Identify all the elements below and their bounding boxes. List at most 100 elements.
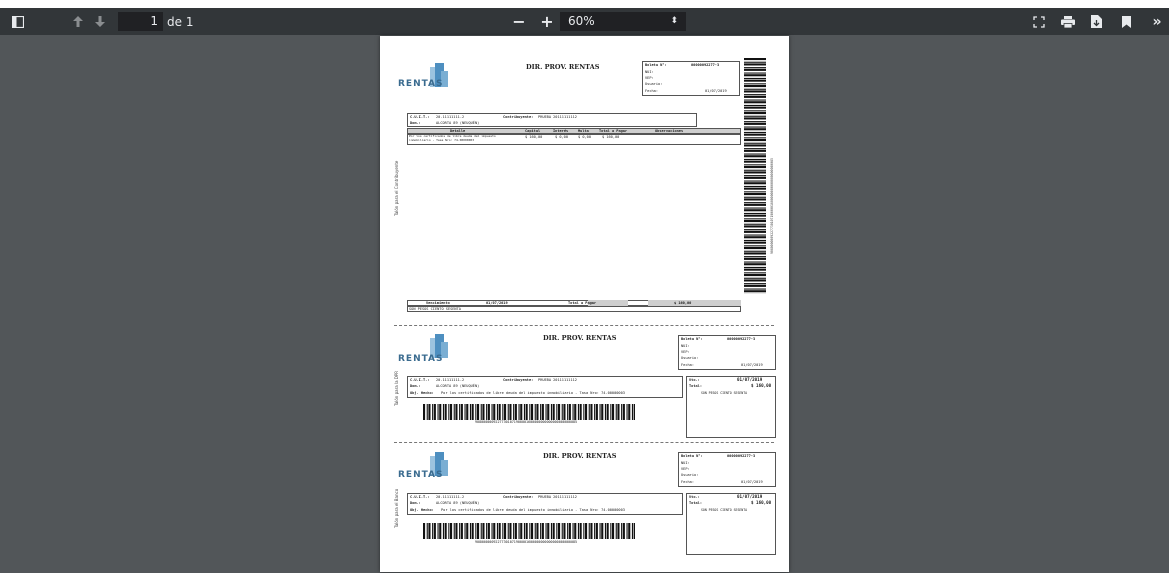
obj-label: Obj. Hecho: — [410, 391, 434, 395]
venc-value: 01/07/2019 — [486, 301, 508, 305]
col-interes: Interés — [553, 129, 569, 133]
arrow-up-icon[interactable] — [70, 8, 86, 35]
boleta-box: Boleta N°: 00000092277-3 NUI: VEP: Usuar… — [678, 335, 776, 370]
barcode — [423, 404, 635, 420]
contrib-label: Contribuyente: — [503, 495, 534, 499]
contrib-value: PRUEBA 20111111112 — [538, 378, 577, 382]
zoom-value: 60% — [568, 14, 595, 28]
obj-value: Por los certificados de libre deuda del … — [441, 391, 625, 395]
bookmark-icon[interactable] — [1118, 8, 1134, 35]
fit-page-icon[interactable] — [1030, 8, 1048, 35]
venc-label: Vencimiento — [426, 301, 450, 305]
cuit-label: C.U.I.T.: — [410, 378, 430, 382]
print-icon[interactable] — [1059, 8, 1077, 35]
talon-contribuyente-label: Talón para el Contribuyente — [394, 160, 399, 216]
obj-label: Obj. Hecho: — [410, 508, 434, 512]
vto-label: Vto.: — [689, 378, 700, 382]
fecha-label: Fecha: — [681, 480, 694, 484]
select-arrows-icon: ⬍ — [670, 16, 678, 26]
row-capital: $ 160,00 — [525, 135, 543, 139]
fecha-label: Fecha: — [681, 363, 694, 367]
row-interes: $ 0,00 — [555, 135, 568, 139]
logo-text: RENTAS — [398, 79, 444, 89]
col-multa: Multa — [578, 129, 589, 133]
contrib-label: Contribuyente: — [503, 115, 534, 119]
vto-value: 01/07/2019 — [737, 494, 763, 499]
total-box: Vto.: 01/07/2019 Total: $ 160,00 SON PES… — [686, 493, 776, 555]
fecha-value: 01/07/2019 — [741, 363, 763, 367]
usuario-label: Usuario: — [681, 356, 699, 360]
zoom-out-button[interactable]: − — [510, 8, 528, 35]
total-box: Vto.: 01/07/2019 Total: $ 160,00 SON PES… — [686, 376, 776, 438]
dom-label: Dom.: — [410, 384, 421, 388]
boleta-number: 00000092277-3 — [727, 337, 756, 341]
vertical-barcode — [744, 58, 766, 294]
cuit-label: C.U.I.T.: — [410, 115, 430, 119]
col-capital: Capital — [525, 129, 541, 133]
fecha-value: 01/07/2019 — [705, 89, 727, 93]
vto-label: Vto.: — [689, 495, 700, 499]
nui-label: NUI: — [645, 70, 654, 74]
total-label: Total: — [689, 501, 702, 505]
logo-text: RENTAS — [398, 470, 444, 480]
contrib-value: PRUEBA 20111111112 — [538, 115, 577, 119]
fecha-label: Fecha: — [645, 89, 658, 93]
contribuyente-box: C.U.I.T.: 20-11111111-2 Contribuyente: P… — [407, 493, 683, 515]
pdf-toolbar: 1 de 1 − + 60% ⬍ » — [0, 8, 1169, 35]
obj-value: Por los certificados de libre deuda del … — [441, 508, 625, 512]
cuit-value: 20-11111111-2 — [436, 115, 465, 119]
cuit-value: 20-11111111-2 — [436, 378, 465, 382]
doc-header: DIR. PROV. RENTAS — [543, 334, 617, 342]
barcode-number: 9080000009227730107190000160000000000000… — [475, 420, 578, 424]
vep-label: VEP: — [681, 350, 690, 354]
dom-value: ALCORTA 89 (NEUQUÉN) — [436, 501, 480, 505]
barcode-number: 9080000009227730107190000160000000000000… — [475, 540, 578, 544]
contribuyente-box: C.U.I.T.: 20-11111111-2 Contribuyente: P… — [407, 376, 683, 398]
zoom-select[interactable]: 60% ⬍ — [560, 12, 686, 31]
dom-value: ALCORTA 89 (NEUQUÉN) — [436, 384, 480, 388]
boleta-box: Boleta N°: 00000092277-3 NUI: VEP: Usuar… — [678, 452, 776, 487]
boleta-label: Boleta N°: — [681, 454, 703, 458]
more-icon[interactable]: » — [1148, 8, 1166, 35]
row-multa: $ 0,00 — [578, 135, 591, 139]
sidebar-toggle-icon[interactable] — [8, 8, 28, 35]
total-label: Total: — [689, 384, 702, 388]
son-text: SON PESOS CIENTO SESENTA — [701, 391, 748, 395]
doc-header: DIR. PROV. RENTAS — [543, 452, 617, 460]
total-value: $ 160,00 — [751, 500, 772, 505]
contrib-value: PRUEBA 20111111112 — [538, 495, 577, 499]
cut-line — [394, 442, 774, 443]
dom-label: Dom.: — [410, 121, 421, 125]
row-detalle: Por los certificados de libre deuda del … — [409, 134, 496, 142]
boleta-number: 00000092277-3 — [727, 454, 756, 458]
contrib-label: Contribuyente: — [503, 378, 534, 382]
talon-dpr-label: Talón para la DPR — [394, 370, 399, 406]
nui-label: NUI: — [681, 344, 690, 348]
total-pagar-value: $ 160,00 — [674, 301, 692, 305]
col-total: Total a Pagar — [599, 129, 628, 133]
boleta-label: Boleta N°: — [645, 63, 667, 67]
page-number-input[interactable]: 1 — [118, 12, 163, 31]
usuario-label: Usuario: — [645, 82, 663, 86]
cut-line — [394, 325, 774, 326]
download-icon[interactable] — [1087, 8, 1105, 35]
arrow-down-icon[interactable] — [92, 8, 108, 35]
boleta-box: Boleta N°: 00000092277-3 NUI: VEP: Usuar… — [642, 61, 740, 96]
vep-label: VEP: — [645, 76, 654, 80]
son-text: SON PESOS CIENTO SESENTA — [701, 508, 748, 512]
boleta-number: 00000092277-3 — [691, 63, 720, 67]
boleta-label: Boleta N°: — [681, 337, 703, 341]
son-row: SON PESOS CIENTO SESENTA — [407, 306, 741, 312]
col-observaciones: Observaciones — [655, 129, 684, 133]
usuario-label: Usuario: — [681, 473, 699, 477]
vto-value: 01/07/2019 — [737, 377, 763, 382]
barcode — [423, 523, 635, 539]
top-strip — [0, 0, 1169, 8]
cuit-value: 20-11111111-2 — [436, 495, 465, 499]
row-total: $ 160,00 — [602, 135, 620, 139]
total-pagar-label: Total a Pagar — [568, 301, 597, 305]
zoom-in-button[interactable]: + — [538, 8, 556, 35]
col-detalle: Detalle — [450, 129, 466, 133]
dom-label: Dom.: — [410, 501, 421, 505]
fecha-value: 01/07/2019 — [741, 480, 763, 484]
